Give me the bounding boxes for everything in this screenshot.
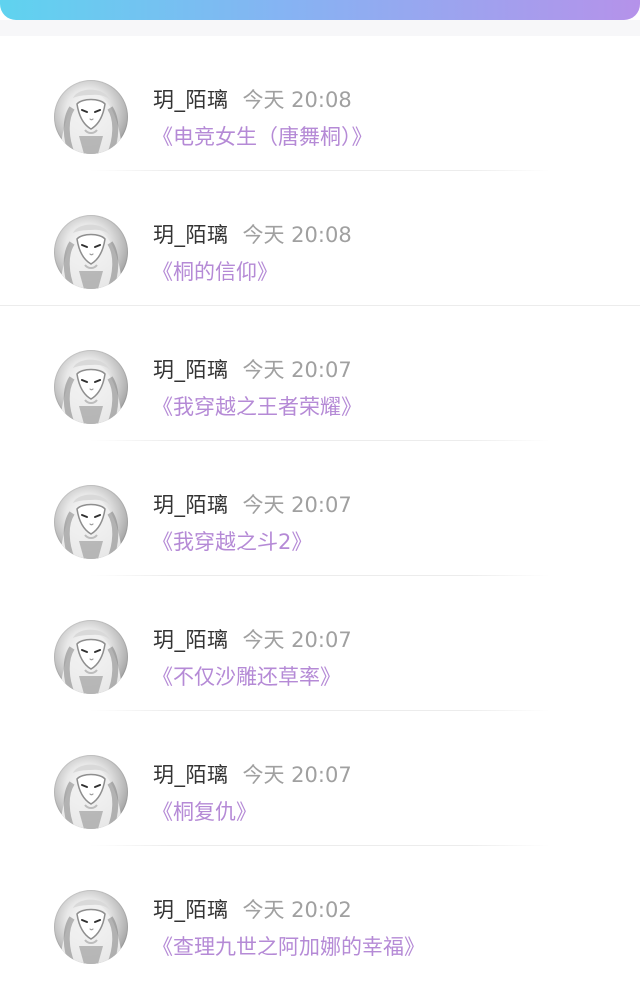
- username[interactable]: 玥_陌璃: [153, 84, 229, 114]
- work-title-link[interactable]: 《不仅沙雕还草率》: [152, 661, 341, 693]
- anime-avatar-icon[interactable]: [54, 80, 128, 154]
- list-item[interactable]: 玥_陌璃 今天 20:08 《桐的信仰》: [0, 171, 640, 306]
- timestamp: 今天 20:02: [242, 898, 352, 922]
- top-gradient-bar: [0, 0, 640, 20]
- header-spacer: [0, 20, 640, 36]
- item-meta: 玥_陌璃 今天 20:07: [153, 759, 352, 789]
- username[interactable]: 玥_陌璃: [153, 894, 229, 924]
- work-title-link[interactable]: 《桐的信仰》: [152, 256, 278, 288]
- anime-avatar-icon[interactable]: [54, 350, 128, 424]
- username[interactable]: 玥_陌璃: [153, 624, 229, 654]
- item-meta: 玥_陌璃 今天 20:02: [153, 894, 352, 924]
- timestamp: 今天 20:07: [242, 763, 352, 787]
- work-title-link[interactable]: 《电竞女生（唐舞桐）》: [152, 121, 373, 153]
- list-item[interactable]: 玥_陌璃 今天 20:08 《电竞女生（唐舞桐）》: [0, 36, 640, 171]
- work-title-link[interactable]: 《我穿越之王者荣耀》: [152, 391, 362, 423]
- list-item[interactable]: 玥_陌璃 今天 20:07 《我穿越之斗2》: [0, 441, 640, 576]
- work-title-link[interactable]: 《桐复仇》: [152, 796, 257, 828]
- list-item[interactable]: 玥_陌璃 今天 20:07 《不仅沙雕还草率》: [0, 576, 640, 711]
- list-item[interactable]: 玥_陌璃 今天 20:07 《桐复仇》: [0, 711, 640, 846]
- item-meta: 玥_陌璃 今天 20:07: [153, 624, 352, 654]
- timestamp: 今天 20:07: [242, 628, 352, 652]
- username[interactable]: 玥_陌璃: [153, 354, 229, 384]
- list-item[interactable]: 玥_陌璃 今天 20:02 《查理九世之阿加娜的幸福》: [0, 846, 640, 981]
- username[interactable]: 玥_陌璃: [153, 489, 229, 519]
- work-title-link[interactable]: 《我穿越之斗2》: [152, 526, 312, 558]
- anime-avatar-icon[interactable]: [54, 890, 128, 964]
- activity-feed: 玥_陌璃 今天 20:08 《电竞女生（唐舞桐）》 玥_陌璃 今天 20:08 …: [0, 36, 640, 981]
- anime-avatar-icon[interactable]: [54, 755, 128, 829]
- timestamp: 今天 20:08: [242, 223, 352, 247]
- anime-avatar-icon[interactable]: [54, 215, 128, 289]
- timestamp: 今天 20:07: [242, 358, 352, 382]
- timestamp: 今天 20:07: [242, 493, 352, 517]
- list-item[interactable]: 玥_陌璃 今天 20:07 《我穿越之王者荣耀》: [0, 306, 640, 441]
- anime-avatar-icon[interactable]: [54, 485, 128, 559]
- username[interactable]: 玥_陌璃: [153, 219, 229, 249]
- work-title-link[interactable]: 《查理九世之阿加娜的幸福》: [152, 931, 425, 963]
- anime-avatar-icon[interactable]: [54, 620, 128, 694]
- timestamp: 今天 20:08: [242, 88, 352, 112]
- username[interactable]: 玥_陌璃: [153, 759, 229, 789]
- item-meta: 玥_陌璃 今天 20:07: [153, 489, 352, 519]
- item-meta: 玥_陌璃 今天 20:07: [153, 354, 352, 384]
- item-meta: 玥_陌璃 今天 20:08: [153, 219, 352, 249]
- item-meta: 玥_陌璃 今天 20:08: [153, 84, 352, 114]
